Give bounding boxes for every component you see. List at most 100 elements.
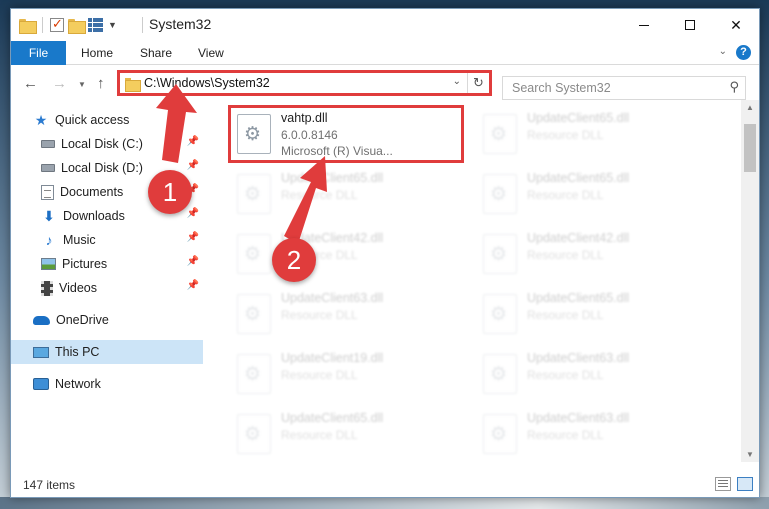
pin-icon[interactable]: 📌 xyxy=(187,136,199,147)
sidebar-item-label: Downloads xyxy=(63,209,125,223)
quick-access-toolbar: ▼ xyxy=(19,16,117,34)
file-tile[interactable]: UpdateClient63.dll Resource DLL xyxy=(231,288,463,342)
file-description: Resource DLL xyxy=(527,248,604,262)
sidebar-item-quick-access[interactable]: ★ Quick access xyxy=(33,108,225,132)
customize-view-icon[interactable] xyxy=(88,18,104,32)
file-description: Resource DLL xyxy=(527,188,604,202)
sidebar-item-label: Music xyxy=(63,233,96,247)
desktop-background xyxy=(0,497,769,509)
title-divider xyxy=(142,17,143,33)
file-name: UpdateClient65.dll xyxy=(281,411,384,425)
file-tile[interactable]: UpdateClient63.dll Resource DLL xyxy=(477,408,709,462)
sidebar-item-this-pc[interactable]: This PC xyxy=(11,340,203,364)
pictures-icon xyxy=(41,258,56,270)
window-title: System32 xyxy=(149,16,212,32)
sidebar-item-label: Documents xyxy=(60,185,124,199)
address-path[interactable]: C:\Windows\System32 xyxy=(144,76,270,90)
folder-icon xyxy=(19,18,37,34)
help-icon[interactable]: ? xyxy=(736,45,751,60)
file-description: Resource DLL xyxy=(281,368,358,382)
sidebar-item-onedrive[interactable]: OneDrive xyxy=(33,308,203,332)
file-name: UpdateClient63.dll xyxy=(527,351,630,365)
minimize-icon xyxy=(639,24,649,26)
file-description: Resource DLL xyxy=(527,428,604,442)
back-arrow-icon[interactable]: ← xyxy=(23,75,38,92)
documents-icon xyxy=(41,184,54,200)
up-arrow-icon[interactable]: ↑ xyxy=(97,75,105,92)
sidebar-item-label: Quick access xyxy=(55,113,130,127)
videos-icon xyxy=(41,280,53,296)
music-icon: ♪ xyxy=(45,232,53,248)
file-tile[interactable]: UpdateClient65.dll Resource DLL xyxy=(231,408,463,462)
forward-arrow-icon[interactable]: → xyxy=(52,75,67,92)
file-name: UpdateClient65.dll xyxy=(527,171,630,185)
close-icon: ✕ xyxy=(730,16,742,33)
tab-file[interactable]: File xyxy=(11,41,66,65)
dll-file-icon xyxy=(483,114,517,154)
search-placeholder: Search System32 xyxy=(512,81,611,95)
tiles-view-icon[interactable] xyxy=(737,477,753,491)
file-description: Resource DLL xyxy=(527,308,604,322)
file-tile[interactable]: UpdateClient65.dll Resource DLL xyxy=(477,168,709,222)
sidebar-item-videos[interactable]: Videos 📌 xyxy=(41,276,203,300)
sidebar-item-network[interactable]: Network xyxy=(33,372,203,396)
minimize-button[interactable] xyxy=(621,9,667,41)
dll-file-icon xyxy=(237,174,271,214)
expand-ribbon-icon[interactable]: ⌄ xyxy=(719,46,727,57)
dll-file-icon xyxy=(237,294,271,334)
sidebar-item-pictures[interactable]: Pictures 📌 xyxy=(41,252,203,276)
status-bar: 147 items xyxy=(11,471,759,497)
pin-icon[interactable]: 📌 xyxy=(187,232,199,243)
file-name: UpdateClient63.dll xyxy=(527,411,630,425)
file-name: vahtp.dll xyxy=(281,111,328,125)
refresh-icon[interactable]: ↻ xyxy=(467,73,489,93)
new-folder-icon[interactable] xyxy=(68,18,86,34)
file-description: Resource DLL xyxy=(281,188,358,202)
tab-view[interactable]: View xyxy=(198,41,224,65)
file-tile[interactable]: UpdateClient19.dll Resource DLL xyxy=(231,348,463,402)
sidebar-item-music[interactable]: ♪ Music 📌 xyxy=(41,228,203,252)
properties-icon[interactable] xyxy=(50,16,64,32)
address-bar[interactable]: C:\Windows\System32 ⌄ ↻ xyxy=(117,70,492,96)
item-count: 147 items xyxy=(23,478,76,492)
dll-file-icon xyxy=(483,234,517,274)
close-button[interactable]: ✕ xyxy=(713,9,759,41)
file-tile-highlighted[interactable]: vahtp.dll 6.0.0.8146 Microsoft (R) Visua… xyxy=(228,105,464,163)
tab-share[interactable]: Share xyxy=(140,41,172,65)
dll-file-icon xyxy=(237,354,271,394)
file-description: Resource DLL xyxy=(527,128,604,142)
scrollbar-thumb[interactable] xyxy=(744,124,756,172)
downloads-icon: ⬇ xyxy=(43,207,55,224)
search-icon[interactable]: ⚲ xyxy=(729,79,739,95)
file-tile[interactable]: UpdateClient42.dll Resource DLL xyxy=(231,228,463,282)
sidebar-item-local-disk-c[interactable]: Local Disk (C:) 📌 xyxy=(41,132,203,156)
recent-locations-chevron-icon[interactable]: ▼ xyxy=(78,80,86,89)
toolbar-divider xyxy=(42,17,43,33)
search-input[interactable]: Search System32 ⚲ xyxy=(502,76,746,100)
folder-icon xyxy=(125,78,141,92)
file-tile[interactable]: UpdateClient65.dll Resource DLL xyxy=(477,288,709,342)
details-view-icon[interactable] xyxy=(715,477,731,491)
file-tile[interactable]: UpdateClient65.dll Resource DLL xyxy=(231,168,463,222)
sidebar-item-label: Pictures xyxy=(62,257,108,271)
file-tile[interactable]: UpdateClient63.dll Resource DLL xyxy=(477,348,709,402)
dll-file-icon xyxy=(237,234,271,274)
pin-icon[interactable]: 📌 xyxy=(187,208,199,219)
pin-icon[interactable]: 📌 xyxy=(187,280,199,291)
sidebar-item-label: Network xyxy=(55,377,101,391)
file-tile[interactable]: UpdateClient42.dll Resource DLL xyxy=(477,228,709,282)
vertical-scrollbar[interactable]: ▲ ▼ xyxy=(741,100,759,462)
chevron-down-icon[interactable]: ⌄ xyxy=(453,76,461,87)
chevron-down-icon[interactable]: ▼ xyxy=(108,20,117,30)
maximize-icon xyxy=(685,20,695,30)
dll-file-icon xyxy=(483,294,517,334)
tab-home[interactable]: Home xyxy=(81,41,113,65)
scroll-up-icon[interactable]: ▲ xyxy=(746,103,754,112)
scroll-down-icon[interactable]: ▼ xyxy=(746,450,754,459)
title-bar: ▼ System32 ✕ xyxy=(11,9,759,41)
pin-icon[interactable]: 📌 xyxy=(187,256,199,267)
maximize-button[interactable] xyxy=(667,9,713,41)
sidebar-item-label: This PC xyxy=(55,345,100,359)
pin-icon[interactable]: 📌 xyxy=(187,160,199,171)
file-tile[interactable]: UpdateClient65.dll Resource DLL xyxy=(477,108,709,162)
